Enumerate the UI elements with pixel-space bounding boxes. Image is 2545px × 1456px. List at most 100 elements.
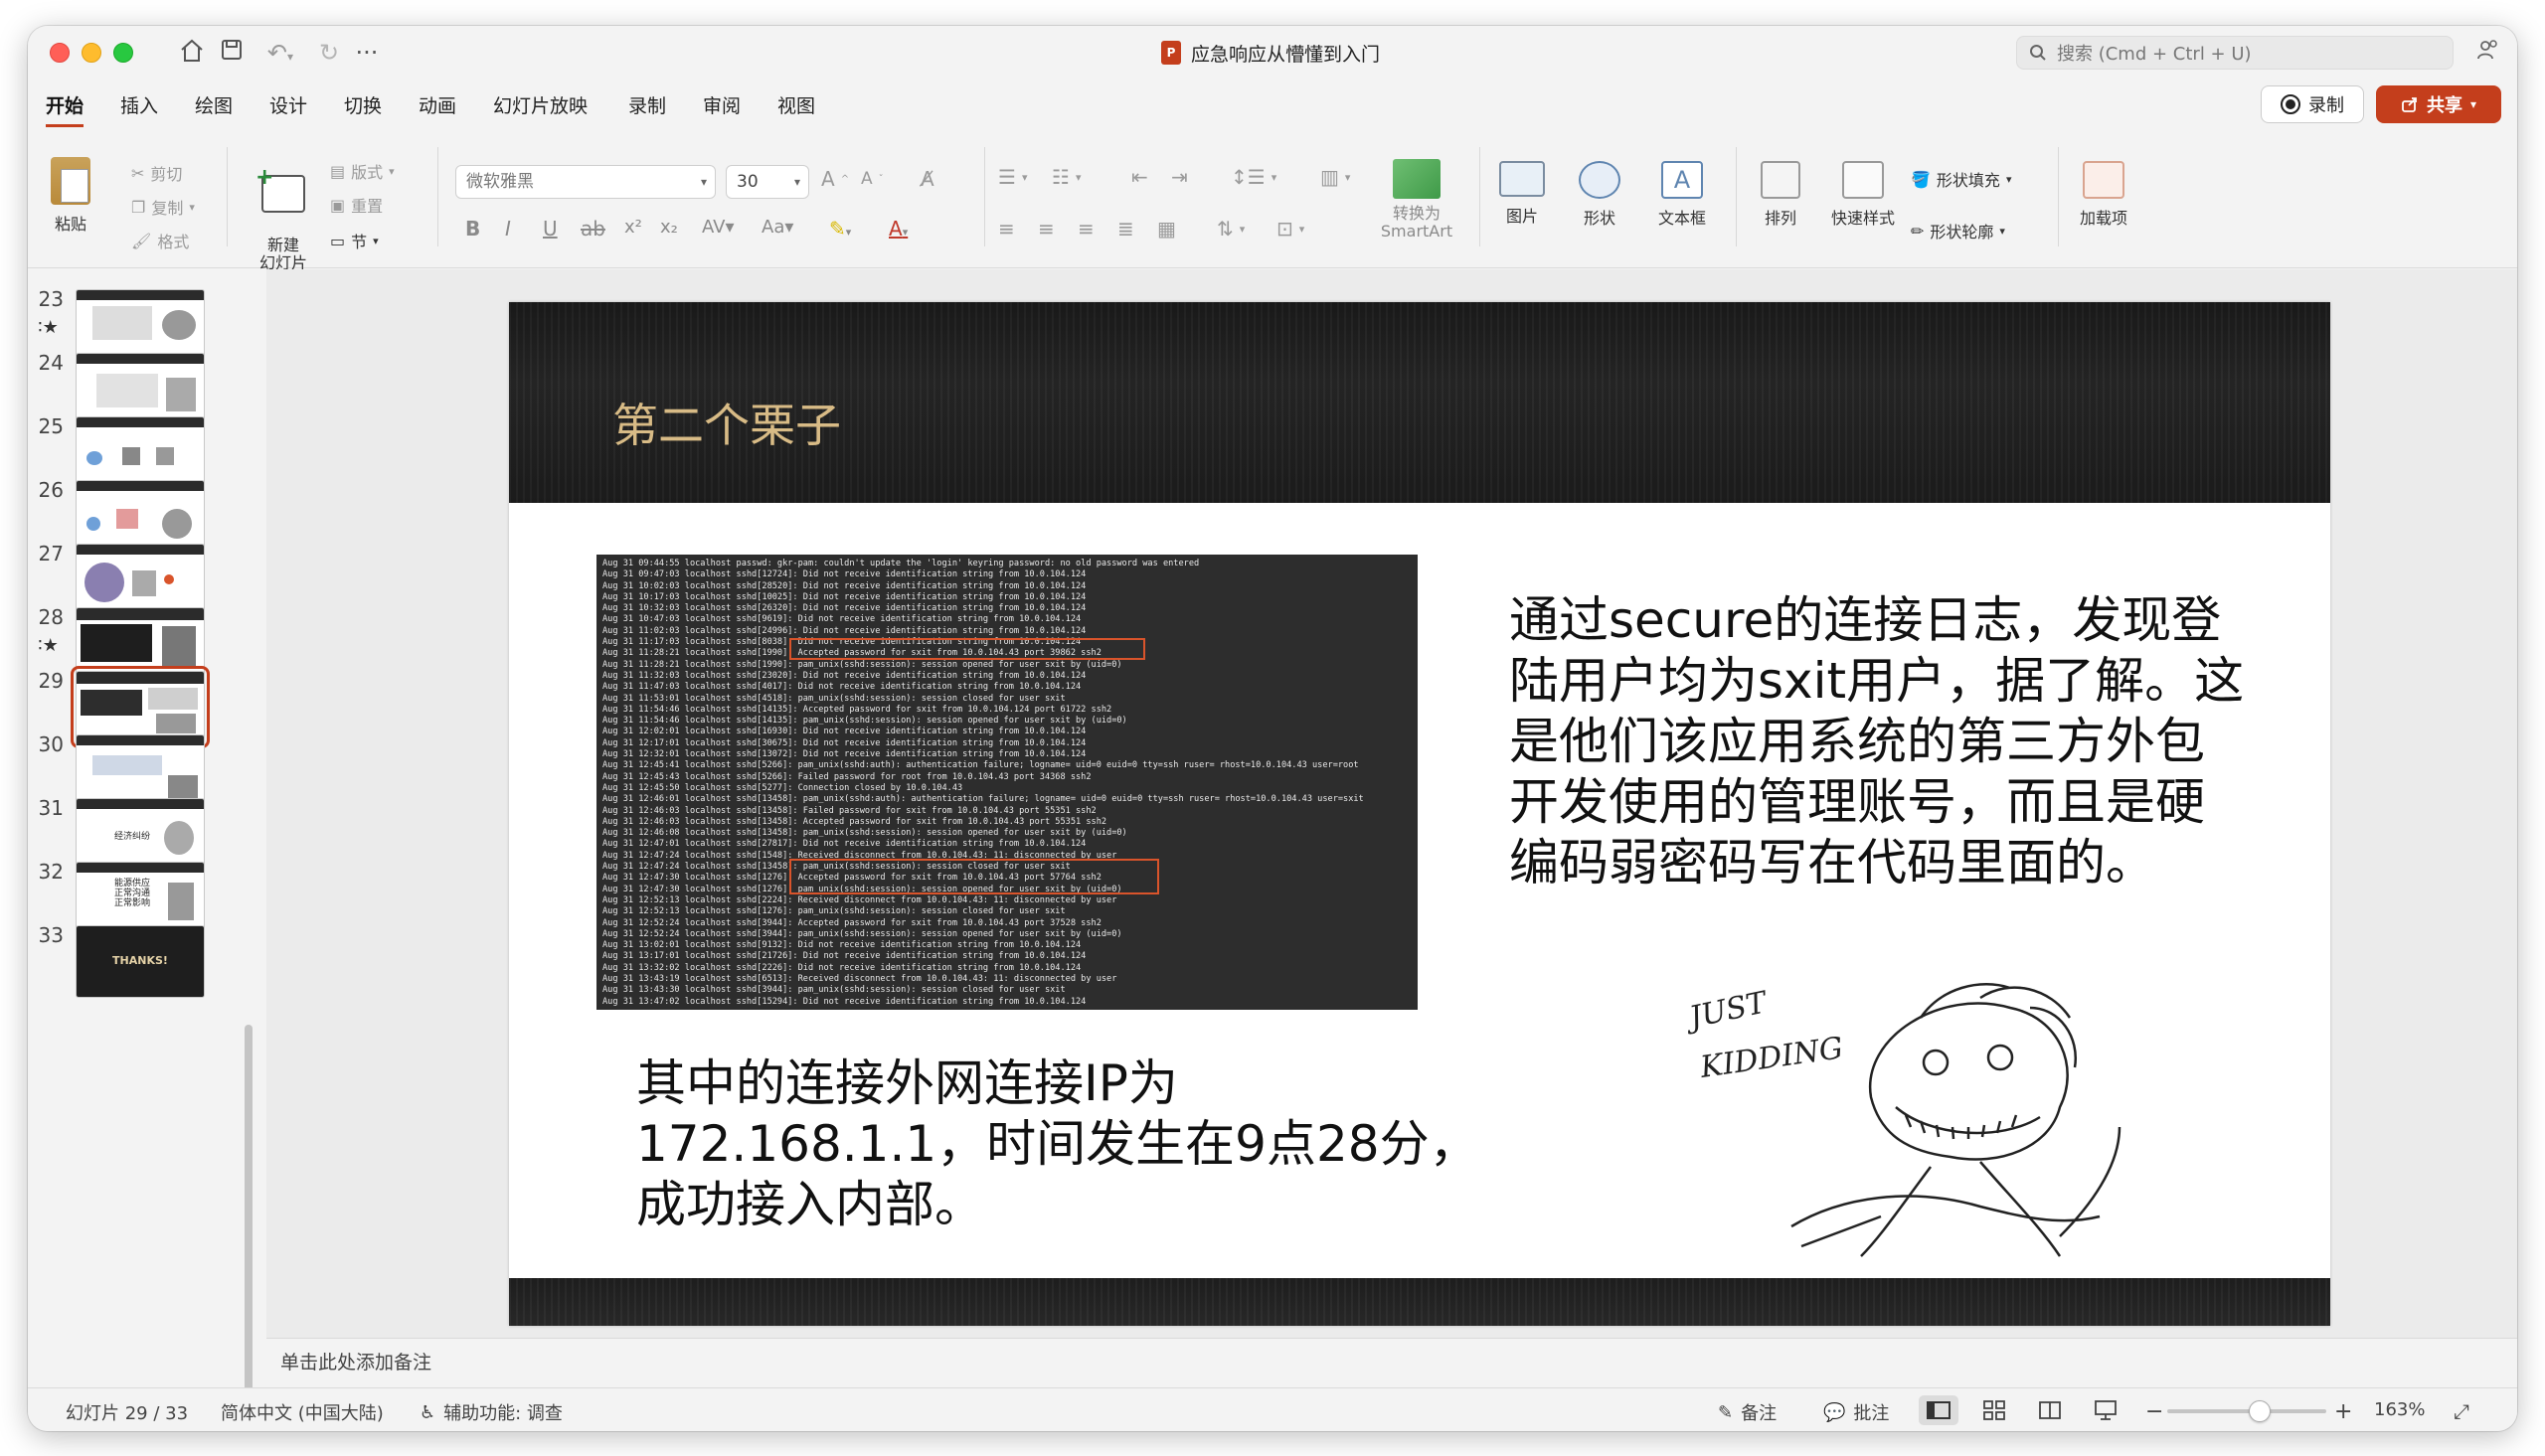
italic-icon[interactable]: I [505,217,511,241]
highlight-color-icon[interactable]: ✎▾ [829,217,851,241]
zoom-percentage[interactable]: 163% [2374,1399,2425,1420]
slideshow-button[interactable] [2086,1395,2125,1425]
character-spacing-icon[interactable]: AV▾ [702,217,735,238]
slide-title[interactable]: 第二个栗子 [612,390,841,455]
align-right-icon[interactable]: ≡ [1078,217,1095,241]
more-icon[interactable]: ··· [352,38,382,68]
bold-icon[interactable]: B [465,217,480,241]
notes-toggle-button[interactable]: ✎ 备注 [1718,1399,1777,1425]
increase-indent-icon[interactable]: ⇥ [1171,165,1188,189]
tab-slideshow[interactable]: 幻灯片放映 [493,91,588,124]
font-size-select[interactable]: 30 ▾ [726,165,809,199]
justify-icon[interactable]: ≣ [1117,217,1134,241]
fit-to-window-icon[interactable]: ⤢ [2454,1399,2469,1423]
thumbnail-scrollbar[interactable] [245,1025,253,1402]
tab-animations[interactable]: 动画 [419,91,456,124]
tab-draw[interactable]: 绘图 [195,91,233,124]
language-indicator[interactable]: 简体中文 (中国大陆) [221,1399,384,1425]
text-direction-icon[interactable]: ⇅ ▾ [1217,217,1245,241]
tab-design[interactable]: 设计 [269,91,307,124]
change-case-icon[interactable]: Aa▾ [762,217,793,238]
tab-insert[interactable]: 插入 [120,91,158,124]
section-button[interactable]: ▭ 节 ▾ [330,229,379,252]
increase-font-icon[interactable]: A ^ [821,167,849,191]
tab-view[interactable]: 视图 [777,91,815,124]
paste-button[interactable]: 粘贴 [46,157,95,235]
line-spacing-icon[interactable]: ↕☰ ▾ [1231,165,1276,189]
redo-icon[interactable]: ↻ [314,38,344,68]
slide-thumbnail-24[interactable] [76,353,205,425]
cut-button[interactable]: ✂ 剪切 [131,161,182,185]
tab-record[interactable]: 录制 [628,91,666,124]
superscript-icon[interactable]: x² [624,217,642,238]
tab-review[interactable]: 审阅 [703,91,741,124]
textbox-button[interactable]: A 文本框 [1642,161,1722,229]
notes-pane[interactable]: 单击此处添加备注 [266,1338,2517,1387]
decrease-indent-icon[interactable]: ⇤ [1131,165,1148,189]
addins-button[interactable]: 加载项 [2066,161,2141,229]
slide-thumbnail-29[interactable] [71,666,210,748]
slide-thumbnail-30[interactable] [76,734,205,807]
secure-log-screenshot[interactable]: Aug 31 09:44:55 localhost passwd: gkr-pa… [596,555,1418,1010]
undo-icon[interactable]: ↶▾ [260,38,300,68]
slide-thumbnail-32[interactable]: 能源供应 正常沟通 正常影响 [76,862,205,934]
accessibility-button[interactable]: ♿ 辅助功能: 调查 [420,1399,563,1425]
copy-button[interactable]: ❐ 复制 ▾ [131,195,195,219]
collaborate-icon[interactable] [2473,38,2503,68]
record-button[interactable]: 录制 [2261,85,2364,123]
strikethrough-icon[interactable]: ab [581,217,605,241]
font-color-icon[interactable]: A▾ [889,217,908,241]
arrange-button[interactable]: 排列 [1746,161,1815,229]
close-window-button[interactable] [50,43,70,63]
tab-transitions[interactable]: 切换 [344,91,382,124]
slide-thumbnail-33[interactable]: THANKS! [76,925,205,998]
zoom-slider[interactable] [2167,1409,2326,1413]
zoom-window-button[interactable] [113,43,133,63]
columns-icon[interactable]: ▥ ▾ [1320,165,1350,189]
save-icon[interactable] [217,38,247,68]
minimize-window-button[interactable] [82,43,101,63]
underline-icon[interactable]: U [543,217,558,241]
reading-view-button[interactable] [2030,1395,2070,1425]
slide-sorter-button[interactable] [1974,1395,2014,1425]
slide-thumbnail-28[interactable] [76,607,205,680]
slide-body-text-right[interactable]: 通过secure的连接日志，发现登陆用户均为sxit用户，据了解。这是他们该应用… [1509,590,2245,893]
quick-styles-button[interactable]: 快速样式 [1823,161,1903,229]
home-icon[interactable] [177,38,207,68]
zoom-out-button[interactable]: − [2145,1399,2163,1424]
comments-button[interactable]: 💬 批注 [1823,1399,1889,1425]
slide-thumbnail-26[interactable] [76,480,205,553]
joker-cartoon-image[interactable]: JUST KIDDING [1682,978,2159,1276]
align-left-icon[interactable]: ≡ [998,217,1015,241]
layout-button[interactable]: ▤ 版式 ▾ [330,159,395,183]
search-input[interactable]: 搜索 (Cmd + Ctrl + U) [2016,36,2454,70]
reset-button[interactable]: ▣ 重置 [330,193,383,217]
distributed-icon[interactable]: ▦ [1157,217,1176,241]
clear-formatting-icon[interactable]: A̸ [921,167,934,191]
tab-home[interactable]: 开始 [46,91,85,127]
slide-thumbnail-23[interactable] [76,289,205,362]
align-text-icon[interactable]: ⊡ ▾ [1276,217,1304,241]
bullets-icon[interactable]: ☰ ▾ [998,165,1027,189]
shape-button[interactable]: 形状 [1565,161,1634,229]
numbering-icon[interactable]: ☷ ▾ [1052,165,1081,189]
convert-smartart-button[interactable]: 转换为 SmartArt [1372,159,1461,241]
slide-body-text-left[interactable]: 其中的连接外网连接IP为172.168.1.1，时间发生在9点28分，成功接入内… [636,1053,1511,1235]
font-family-select[interactable]: 微软雅黑 ▾ [455,165,716,199]
format-painter-button[interactable]: 🖌 格式 [131,229,189,252]
zoom-slider-knob[interactable] [2249,1400,2271,1422]
slide-thumbnail-25[interactable] [76,416,205,489]
new-slide-button[interactable]: + 新建 幻灯片 [249,157,318,272]
shape-outline-button[interactable]: ✏ 形状轮廓 ▾ [1911,219,2005,243]
slide-thumbnail-27[interactable] [76,544,205,616]
decrease-font-icon[interactable]: Aˇ [861,169,884,189]
zoom-in-button[interactable]: + [2334,1399,2352,1424]
shape-fill-button[interactable]: 🪣 形状填充 ▾ [1911,167,2011,191]
align-center-icon[interactable]: ≡ [1038,217,1055,241]
share-button[interactable]: 共享 ▾ [2376,85,2501,123]
picture-button[interactable]: 图片 [1487,161,1557,227]
subscript-icon[interactable]: x₂ [660,217,678,238]
normal-view-button[interactable] [1919,1395,1958,1425]
slide-thumbnail-31[interactable]: 经济纠纷 [76,798,205,871]
current-slide[interactable]: 第二个栗子 Aug 31 09:44:55 localhost passwd: … [509,302,2330,1326]
